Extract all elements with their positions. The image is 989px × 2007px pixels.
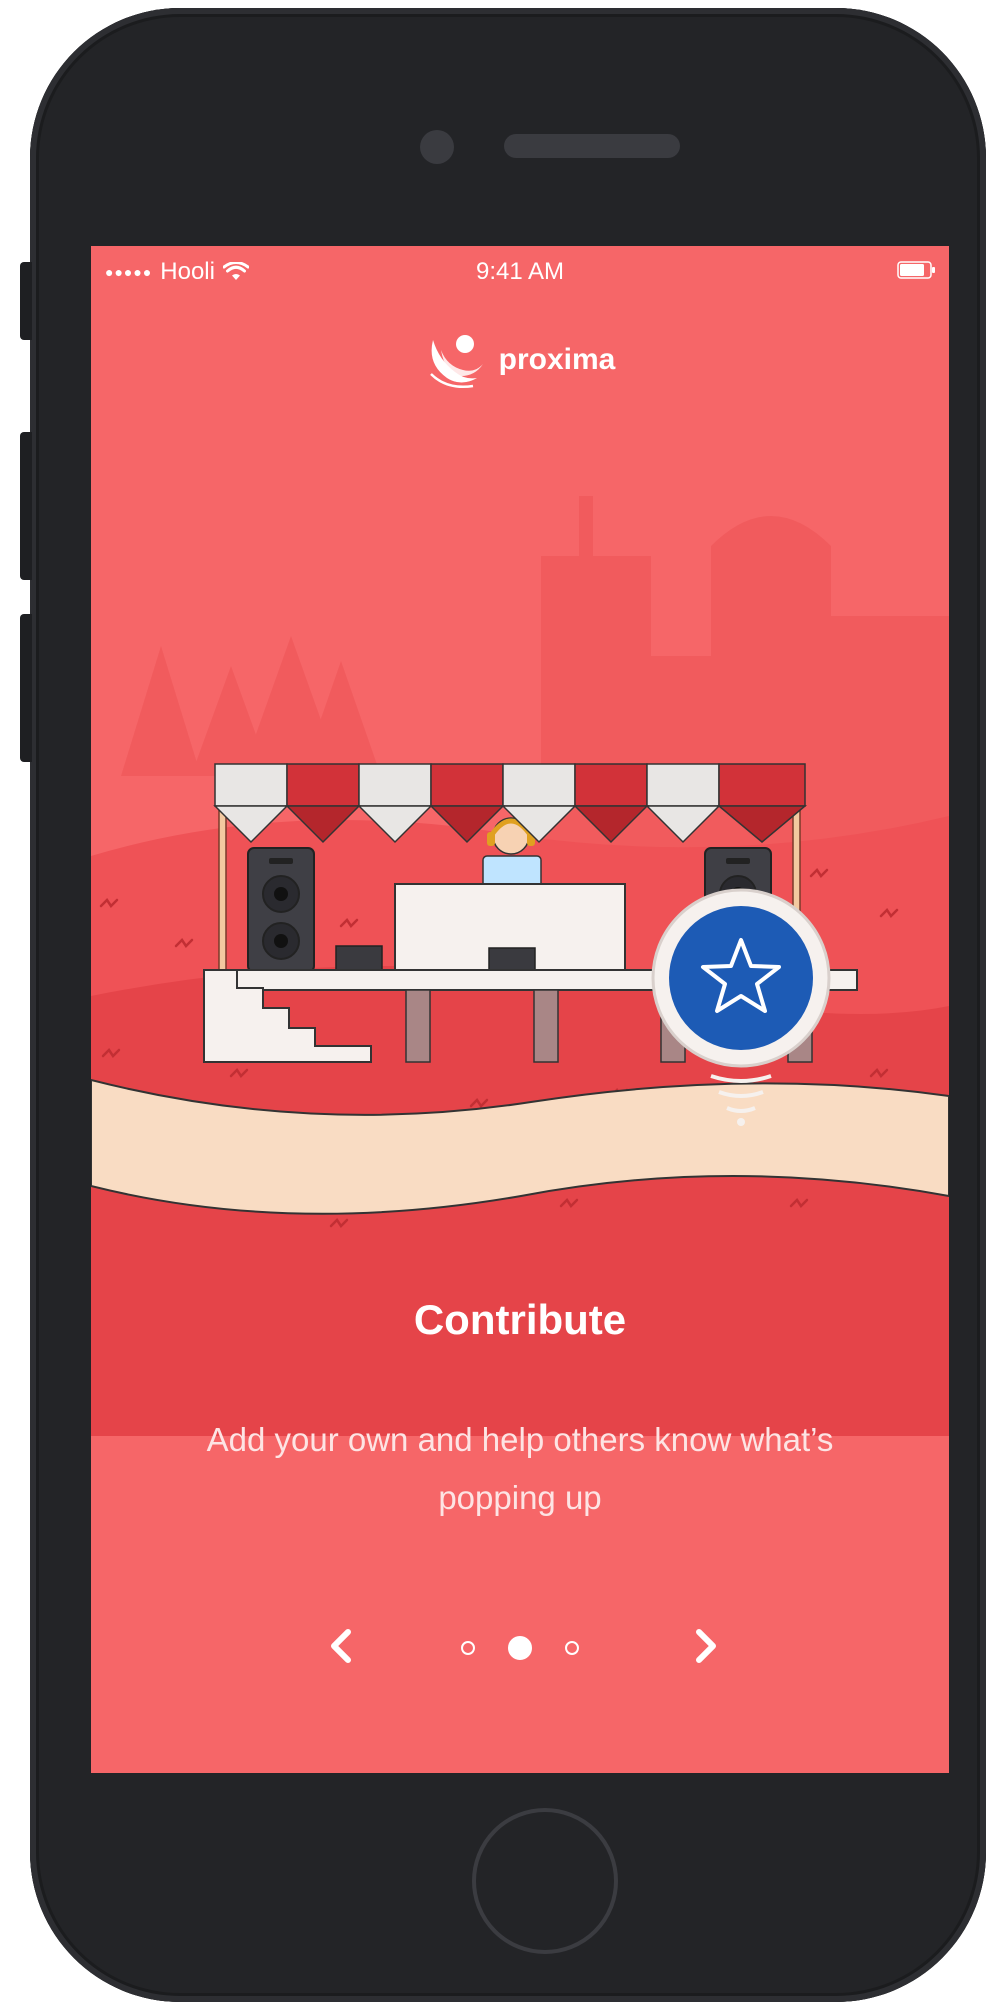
brand-name: proxima xyxy=(498,343,616,376)
mixer-right xyxy=(488,947,536,971)
festival-stage-illustration xyxy=(91,496,949,1436)
chevron-right-icon[interactable] xyxy=(681,1622,729,1670)
onboarding-description: Add your own and help others know what’s… xyxy=(206,1421,834,1516)
app-screen: ●●●●● Hooli 9:41 AM proxima Contribute A… xyxy=(91,246,949,1773)
onboarding-title: Contribute xyxy=(413,1296,627,1343)
stage-leg-1 xyxy=(405,989,431,1063)
status-time: 9:41 AM xyxy=(475,258,565,285)
earpiece-speaker xyxy=(504,134,680,158)
page-dot-3[interactable] xyxy=(565,1641,579,1655)
volume-down-button xyxy=(20,614,32,762)
brand-header: proxima xyxy=(91,330,949,390)
proxima-logo-icon xyxy=(429,335,483,388)
page-dot-2-active[interactable] xyxy=(508,1636,532,1660)
onboarding-navigation xyxy=(91,1614,949,1684)
speaker-left xyxy=(247,847,315,973)
status-bar: ●●●●● Hooli 9:41 AM xyxy=(91,246,949,298)
volume-up-button xyxy=(20,432,32,580)
silent-switch xyxy=(20,262,32,340)
battery-icon xyxy=(897,261,935,279)
page-indicator xyxy=(461,1636,579,1660)
chevron-left-icon[interactable] xyxy=(318,1622,366,1670)
page-dot-1[interactable] xyxy=(461,1641,475,1655)
mixer-left xyxy=(335,945,383,971)
home-button[interactable] xyxy=(472,1808,618,1954)
front-camera xyxy=(420,130,454,164)
stage-leg-2 xyxy=(533,989,559,1063)
